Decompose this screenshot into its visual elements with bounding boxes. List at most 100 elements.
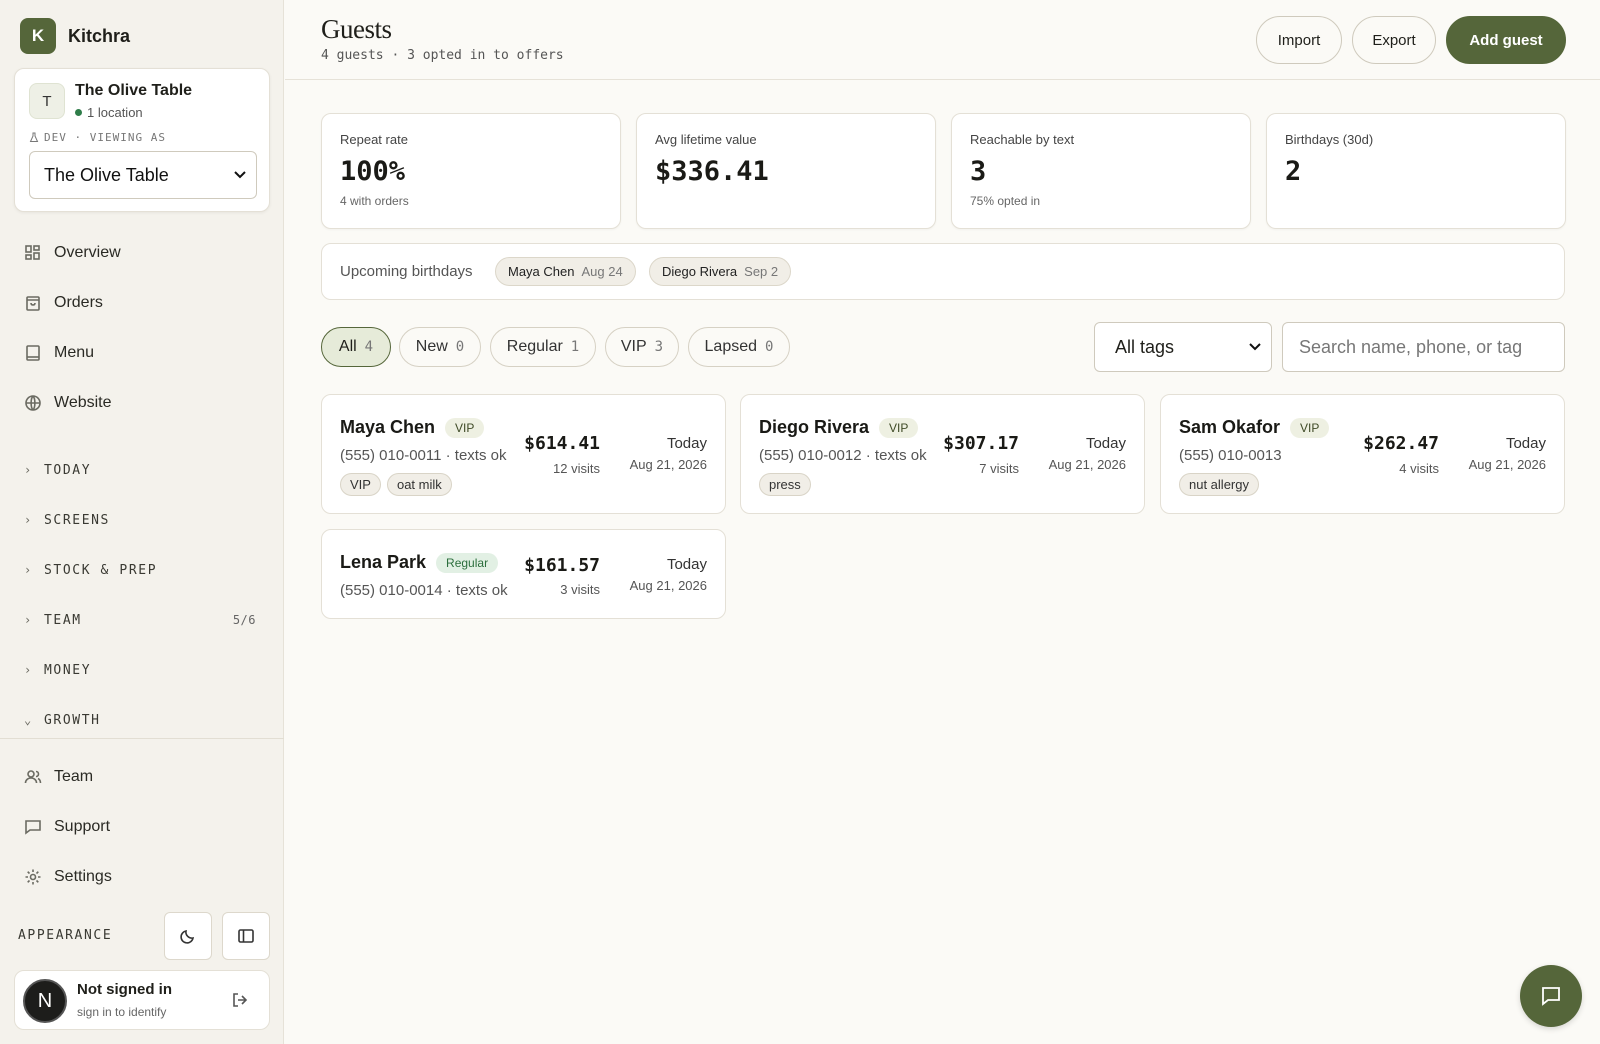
- nav-item-settings[interactable]: Settings: [24, 865, 112, 889]
- guest-tag[interactable]: nut allergy: [1179, 473, 1259, 496]
- guest-name: Diego Rivera: [759, 417, 870, 437]
- dev-viewing-as: DEV · VIEWING AS: [29, 131, 166, 144]
- brand-logo: K: [20, 18, 56, 54]
- nav-item-orders[interactable]: Orders: [24, 291, 103, 315]
- birthday-date: Sep 2: [744, 264, 779, 279]
- nav-label: Menu: [54, 344, 95, 361]
- sidebar-toggle-button[interactable]: [222, 912, 270, 960]
- status-badge: VIP: [445, 417, 485, 438]
- filter-all[interactable]: All 4: [321, 327, 391, 367]
- guest-name-row: Maya Chen VIP: [340, 417, 485, 438]
- filter-new[interactable]: New 0: [399, 327, 481, 367]
- nav-label: Orders: [54, 294, 103, 311]
- guest-visits: 12 visits: [553, 461, 600, 476]
- nav-group-growth[interactable]: ⌄ GROWTH: [24, 710, 256, 730]
- guest-lifetime-value: $307.17: [943, 433, 1019, 454]
- stat-value: $336.41: [655, 156, 769, 187]
- export-button[interactable]: Export: [1352, 16, 1436, 64]
- sign-in-button[interactable]: [231, 991, 249, 1014]
- nav-group-screens[interactable]: › SCREENS: [24, 510, 256, 530]
- birthday-chip[interactable]: Diego Rivera Sep 2: [649, 257, 792, 286]
- guest-phone: (555) 010-0012 · texts ok: [759, 447, 927, 464]
- guest-tags: VIP oat milk: [340, 473, 452, 496]
- filter-regular[interactable]: Regular 1: [490, 327, 596, 367]
- filter-label: New: [415, 338, 448, 355]
- status-dot-icon: [75, 109, 82, 116]
- book-icon: [26, 345, 40, 361]
- nav-item-team[interactable]: Team: [24, 765, 93, 789]
- chat-icon: [1542, 987, 1560, 1006]
- guest-name-row: Sam Okafor VIP: [1179, 417, 1330, 438]
- filter-count: 0: [765, 339, 774, 355]
- dark-mode-button[interactable]: [164, 912, 212, 960]
- stat-label: Avg lifetime value: [655, 132, 757, 147]
- nav-group-today[interactable]: › TODAY: [24, 460, 256, 480]
- message-icon: [25, 820, 41, 835]
- nav-group-stock-prep[interactable]: › STOCK & PREP: [24, 560, 256, 580]
- stat-note: 75% opted in: [970, 194, 1041, 208]
- guest-last-date: Aug 21, 2026: [1048, 457, 1126, 472]
- nav-item-overview[interactable]: Overview: [24, 241, 121, 265]
- guest-tag[interactable]: oat milk: [386, 473, 452, 496]
- nav-item-website[interactable]: Website: [24, 391, 112, 415]
- guest-phone: (555) 010-0011 · texts ok: [340, 447, 507, 464]
- page-subtitle: 4 guests · 3 opted in to offers: [321, 48, 564, 63]
- location-select[interactable]: The Olive Table: [29, 151, 257, 199]
- guest-card[interactable]: Sam Okafor VIP (555) 010-0013 nut allerg…: [1160, 394, 1565, 514]
- filter-label: Lapsed: [704, 338, 758, 355]
- guest-card[interactable]: Lena Park Regular (555) 010-0014 · texts…: [321, 529, 726, 619]
- filter-vip[interactable]: VIP 3: [605, 327, 679, 367]
- guest-tag[interactable]: press: [759, 473, 811, 496]
- nav-group-label: MONEY: [44, 662, 92, 678]
- chevron-down-icon: [234, 171, 246, 179]
- location-count-text: 1 location: [87, 105, 143, 120]
- guest-lifetime-value: $262.47: [1363, 433, 1439, 454]
- search-input[interactable]: [1282, 322, 1565, 372]
- nav-group-label: TODAY: [44, 462, 92, 478]
- team-count: 5/6: [232, 613, 256, 627]
- chat-button[interactable]: [1520, 965, 1582, 1027]
- page-title: Guests: [321, 14, 392, 44]
- user-sub: sign in to identify: [77, 1005, 167, 1019]
- guest-visits: 7 visits: [979, 461, 1019, 476]
- filter-lapsed[interactable]: Lapsed 0: [688, 327, 790, 367]
- guest-tag[interactable]: VIP: [340, 473, 381, 496]
- chevron-right-icon: ›: [24, 663, 33, 677]
- guest-card[interactable]: Diego Rivera VIP (555) 010-0012 · texts …: [740, 394, 1145, 514]
- add-guest-button[interactable]: Add guest: [1446, 16, 1566, 64]
- dev-label: DEV · VIEWING AS: [44, 131, 166, 144]
- tag-filter-value: All tags: [1115, 336, 1175, 357]
- status-badge: Regular: [436, 552, 499, 573]
- chevron-right-icon: ›: [24, 563, 33, 577]
- import-button[interactable]: Import: [1256, 16, 1342, 64]
- nav-group-label: TEAM: [44, 612, 82, 628]
- status-badge: VIP: [1290, 417, 1330, 438]
- nav-group-label: GROWTH: [44, 712, 101, 728]
- guest-name-row: Diego Rivera VIP: [759, 417, 919, 438]
- guest-card[interactable]: Maya Chen VIP (555) 010-0011 · texts ok …: [321, 394, 726, 514]
- guest-last-visit: Today: [1505, 435, 1546, 452]
- globe-icon: [25, 395, 41, 411]
- nav-item-menu[interactable]: Menu: [24, 341, 94, 365]
- nav-label: Support: [54, 818, 111, 835]
- chevron-right-icon: ›: [24, 513, 33, 527]
- nav-group-team[interactable]: › TEAM 5/6: [24, 610, 256, 630]
- nav-group-label: SCREENS: [44, 512, 110, 528]
- nav-group-money[interactable]: › MONEY: [24, 660, 256, 680]
- page-header: Guests 4 guests · 3 opted in to offers I…: [285, 0, 1600, 80]
- birthday-chip[interactable]: Maya Chen Aug 24: [495, 257, 636, 286]
- stat-card-lifetime-value: Avg lifetime value $336.41: [636, 113, 936, 229]
- nav-item-support[interactable]: Support: [24, 815, 110, 839]
- birthday-name: Diego Rivera: [662, 264, 738, 279]
- filter-label: Regular: [506, 338, 563, 355]
- guest-last-date: Aug 21, 2026: [629, 578, 707, 593]
- birthday-date: Aug 24: [581, 264, 623, 279]
- chevron-right-icon: ›: [24, 463, 33, 477]
- tag-filter-select[interactable]: All tags: [1094, 322, 1272, 372]
- sidebar: K Kitchra T The Olive Table 1 location D…: [0, 0, 284, 1044]
- stat-note: 4 with orders: [340, 194, 409, 208]
- user-card[interactable]: N Not signed in sign in to identify: [14, 970, 270, 1030]
- brand[interactable]: K Kitchra: [20, 18, 130, 54]
- chevron-right-icon: ›: [24, 613, 33, 627]
- guest-visits: 4 visits: [1399, 461, 1439, 476]
